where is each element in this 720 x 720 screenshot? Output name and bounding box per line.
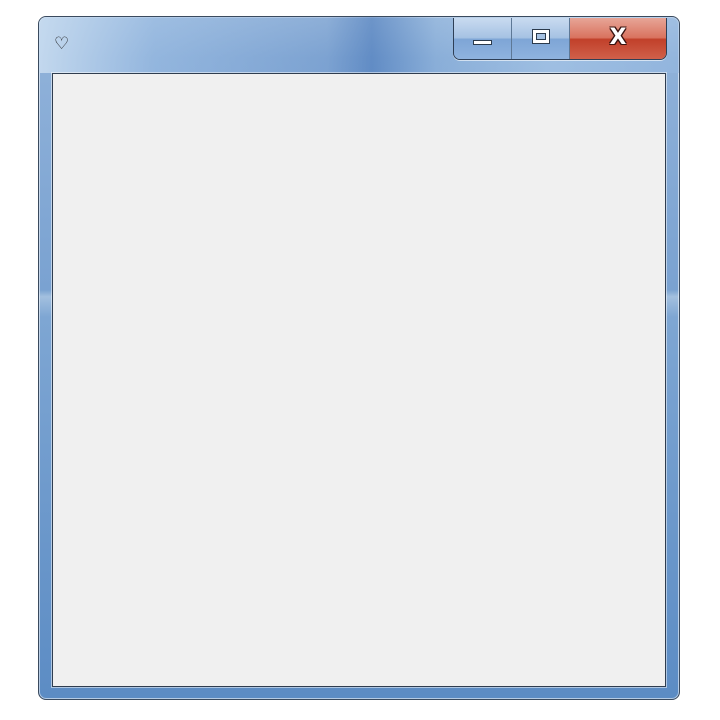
caption-buttons: X [453,18,667,60]
client-area[interactable] [52,73,666,687]
minimize-button[interactable] [454,18,512,59]
maximize-icon [532,29,550,44]
app-window: ♡ X [38,16,680,700]
close-button[interactable]: X [570,18,666,59]
heart-icon[interactable]: ♡ [54,35,72,53]
maximize-button[interactable] [512,18,570,59]
close-icon: X [609,25,627,50]
minimize-icon [473,40,492,45]
